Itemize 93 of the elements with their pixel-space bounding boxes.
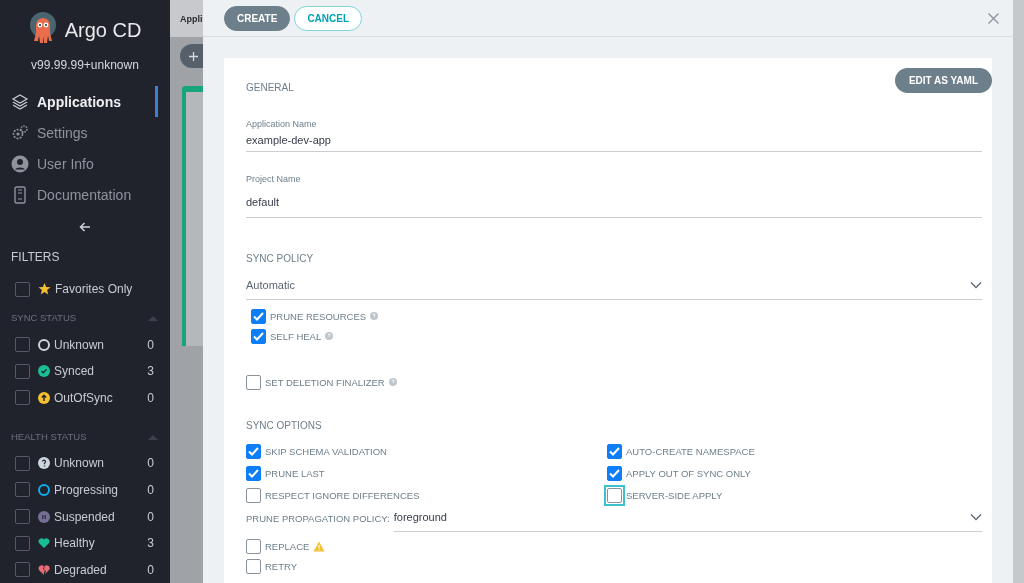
help-icon bbox=[388, 378, 397, 386]
filter-group-header[interactable]: SYNC STATUS bbox=[0, 302, 170, 332]
checkbox[interactable] bbox=[246, 487, 261, 503]
layers-icon bbox=[11, 92, 29, 111]
warning-icon bbox=[313, 540, 326, 552]
action-button[interactable]: CREATE bbox=[224, 5, 291, 31]
document-icon bbox=[11, 185, 29, 204]
field-label: Application Name bbox=[246, 119, 318, 129]
checkbox[interactable] bbox=[15, 363, 30, 379]
nav-item[interactable]: Documentation bbox=[0, 179, 158, 211]
chevron-down-icon bbox=[970, 281, 982, 289]
section-title: GENERAL bbox=[246, 82, 295, 93]
option-label: PRUNE LAST bbox=[265, 467, 325, 479]
filter-group-title: SYNC STATUS bbox=[11, 312, 77, 324]
checkbox[interactable] bbox=[15, 535, 30, 551]
option-label: SERVER-SIDE APPLY bbox=[626, 489, 723, 501]
filter-count: 3 bbox=[147, 536, 154, 551]
user-icon bbox=[11, 154, 29, 173]
checkbox[interactable] bbox=[15, 390, 30, 406]
filter-label: Synced bbox=[54, 364, 95, 379]
checkbox[interactable] bbox=[15, 482, 30, 498]
text-field[interactable]: default bbox=[246, 184, 982, 218]
filter-count: 0 bbox=[147, 509, 154, 524]
checkbox[interactable] bbox=[607, 443, 622, 459]
checkbox[interactable] bbox=[251, 328, 266, 344]
option-label: AUTO-CREATE NAMESPACE bbox=[626, 445, 755, 457]
checkbox[interactable] bbox=[246, 443, 261, 459]
propagation-select[interactable]: foreground bbox=[393, 509, 982, 532]
checkmark-icon bbox=[248, 446, 259, 456]
arrow-left-icon[interactable] bbox=[79, 222, 91, 233]
checkmark-icon bbox=[248, 468, 259, 478]
option-label: REPLACE bbox=[265, 540, 310, 552]
filter-count: 0 bbox=[147, 482, 154, 497]
help-icon bbox=[325, 332, 334, 340]
action-button[interactable]: CANCEL bbox=[294, 5, 363, 31]
filter-group-header[interactable]: HEALTH STATUS bbox=[0, 421, 170, 451]
checkbox[interactable] bbox=[246, 558, 261, 574]
gears-icon bbox=[11, 123, 29, 142]
version-label: v99.99.99+unknown bbox=[30, 58, 140, 72]
filter-count: 0 bbox=[147, 456, 154, 471]
filter-label: OutOfSync bbox=[54, 390, 113, 405]
checkbox[interactable] bbox=[15, 455, 30, 471]
filter-label: Suspended bbox=[54, 509, 115, 524]
filters-title: FILTERS bbox=[10, 249, 61, 267]
checkbox[interactable] bbox=[15, 337, 30, 353]
filter-count: 0 bbox=[147, 390, 154, 405]
filter-count: 0 bbox=[147, 562, 154, 577]
option-label: SET DELETION FINALIZER bbox=[265, 376, 385, 388]
checkbox[interactable] bbox=[607, 465, 622, 481]
filter-count: 0 bbox=[147, 337, 154, 352]
filter-group-title: HEALTH STATUS bbox=[11, 431, 87, 443]
checkmark-icon bbox=[609, 468, 620, 478]
checkbox[interactable] bbox=[246, 374, 261, 390]
close-icon bbox=[988, 12, 999, 24]
checkbox[interactable] bbox=[246, 538, 261, 554]
checkbox[interactable] bbox=[15, 562, 30, 578]
option-label: PRUNE RESOURCES bbox=[270, 310, 367, 322]
field-label: PRUNE PROPAGATION POLICY: bbox=[246, 513, 390, 526]
filter-label: Progressing bbox=[54, 482, 119, 497]
app-name: Argo CD bbox=[64, 18, 142, 42]
filter-label: Healthy bbox=[54, 536, 95, 551]
section-title: SYNC POLICY bbox=[246, 253, 315, 264]
sync-policy-select[interactable]: Automatic bbox=[246, 274, 982, 300]
checkbox[interactable] bbox=[15, 281, 30, 297]
option-label: SELF HEAL bbox=[270, 330, 322, 342]
edit-yaml-button[interactable]: EDIT AS YAML bbox=[894, 68, 992, 93]
option-label: SKIP SCHEMA VALIDATION bbox=[265, 445, 387, 457]
filter-label: Unknown bbox=[54, 337, 105, 352]
option-label: RETRY bbox=[265, 560, 298, 572]
plus-icon bbox=[189, 51, 198, 61]
tab-title: Appli bbox=[180, 13, 203, 24]
checkmark-icon bbox=[609, 446, 620, 456]
filter-label: Favorites Only bbox=[55, 282, 133, 297]
filter-label: Degraded bbox=[54, 562, 107, 577]
nav-item[interactable]: User Info bbox=[0, 148, 158, 180]
nav-item[interactable]: Applications bbox=[0, 86, 158, 117]
chevron-down-icon bbox=[970, 513, 982, 521]
nav-item[interactable]: Settings bbox=[0, 117, 158, 149]
checkmark-icon bbox=[253, 311, 264, 321]
text-field[interactable]: example-dev-app bbox=[246, 129, 982, 152]
checkbox[interactable] bbox=[246, 465, 261, 481]
field-label: Project Name bbox=[246, 174, 302, 184]
filter-count: 3 bbox=[147, 364, 154, 379]
checkbox[interactable] bbox=[251, 308, 266, 324]
checkmark-icon bbox=[253, 331, 264, 341]
option-label: APPLY OUT OF SYNC ONLY bbox=[626, 467, 751, 479]
checkbox[interactable] bbox=[15, 509, 30, 524]
option-label: RESPECT IGNORE DIFFERENCES bbox=[265, 489, 420, 501]
help-icon bbox=[370, 312, 379, 320]
filter-label: Unknown bbox=[54, 456, 105, 471]
section-title: SYNC OPTIONS bbox=[246, 420, 323, 431]
close-button[interactable] bbox=[986, 10, 1001, 26]
star-icon bbox=[38, 283, 51, 296]
